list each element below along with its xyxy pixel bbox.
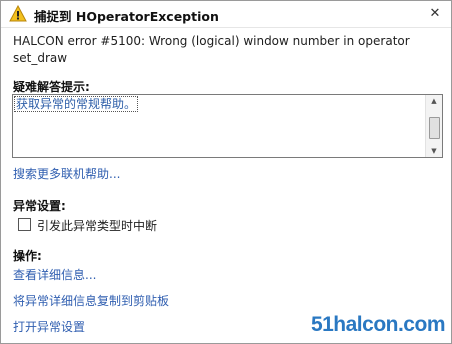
- scroll-thumb[interactable]: [429, 117, 440, 139]
- troubleshooting-list[interactable]: 获取异常的常规帮助。 ▲ ▼: [12, 94, 443, 158]
- error-message: HALCON error #5100: Wrong (logical) wind…: [13, 34, 410, 65]
- copy-details-link[interactable]: 将异常详细信息复制到剪贴板: [13, 292, 169, 309]
- close-button[interactable]: ✕: [425, 4, 445, 24]
- break-on-exception-label[interactable]: 引发此异常类型时中断: [37, 217, 157, 234]
- search-online-help-link[interactable]: 搜索更多联机帮助...: [13, 165, 120, 182]
- actions-label: 操作:: [13, 249, 42, 263]
- view-details-link[interactable]: 查看详细信息...: [13, 266, 96, 283]
- scroll-up-icon[interactable]: ▲: [426, 95, 442, 107]
- vertical-scrollbar[interactable]: ▲ ▼: [425, 95, 442, 157]
- dialog-title: 捕捉到 HOperatorException: [34, 9, 219, 24]
- warning-icon: [9, 5, 27, 22]
- break-on-exception-checkbox[interactable]: [18, 218, 31, 231]
- title-bar: 捕捉到 HOperatorException ✕: [1, 1, 451, 28]
- scroll-down-icon[interactable]: ▼: [426, 145, 442, 157]
- help-tip-link[interactable]: 获取异常的常规帮助。: [14, 96, 139, 112]
- exception-settings-label: 异常设置:: [13, 199, 66, 213]
- exception-dialog: 捕捉到 HOperatorException ✕ HALCON error #5…: [0, 0, 452, 344]
- close-icon: ✕: [429, 6, 441, 21]
- open-exception-settings-link[interactable]: 打开异常设置: [13, 318, 85, 335]
- site-watermark: 51halcon.com: [310, 313, 446, 336]
- troubleshooting-label: 疑难解答提示:: [13, 80, 90, 94]
